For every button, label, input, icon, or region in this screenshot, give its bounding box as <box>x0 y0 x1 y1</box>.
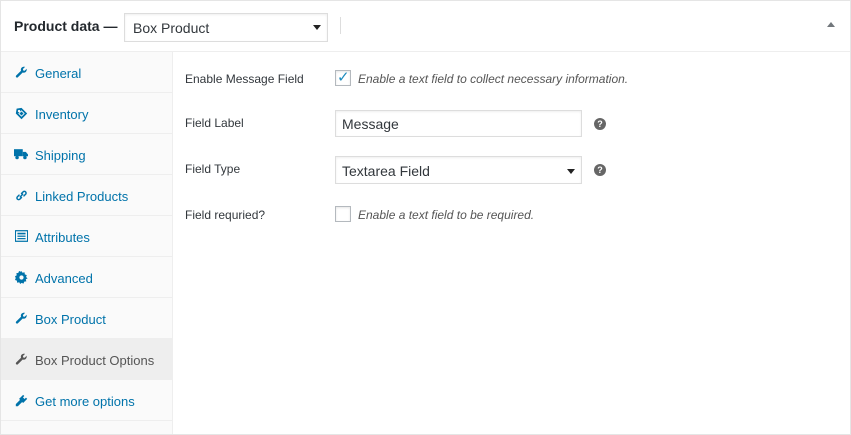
plugin-icon <box>14 393 28 407</box>
link-icon <box>14 188 28 202</box>
product-type-select[interactable]: Box Product <box>124 13 328 42</box>
tab-label: Box Product <box>35 312 106 327</box>
field-required-description: Enable a text field to be required. <box>358 208 535 222</box>
field-type-label: Field Type <box>185 162 241 176</box>
tab-label: Get more options <box>35 394 135 409</box>
enable-message-description: Enable a text field to collect necessary… <box>358 72 629 86</box>
chevron-down-icon <box>567 169 575 174</box>
tab-inventory[interactable]: Inventory <box>1 93 172 134</box>
tab-label: Linked Products <box>35 189 129 204</box>
chevron-down-icon <box>313 25 321 30</box>
header-divider <box>340 17 341 34</box>
tab-general[interactable]: General <box>1 52 172 93</box>
tab-attributes[interactable]: Attributes <box>1 216 172 257</box>
tab-get-more-options[interactable]: Get more options <box>1 380 172 421</box>
wrench-icon <box>14 311 28 325</box>
field-label-label: Field Label <box>185 116 244 130</box>
wrench-icon <box>14 352 28 366</box>
tab-box-product-options[interactable]: Box Product Options <box>1 339 172 380</box>
tab-label: Box Product Options <box>35 353 155 368</box>
wrench-icon <box>14 65 28 79</box>
enable-message-label: Enable Message Field <box>185 72 304 86</box>
tab-box-product[interactable]: Box Product <box>1 298 172 339</box>
tab-shipping[interactable]: Shipping <box>1 134 172 175</box>
field-required-label: Field requried? <box>185 208 266 222</box>
field-label-input[interactable] <box>335 110 582 137</box>
product-type-value: Box Product <box>133 20 210 36</box>
tab-label: General <box>35 66 82 81</box>
list-icon <box>14 229 28 243</box>
truck-icon <box>14 147 28 161</box>
collapse-toggle-icon[interactable] <box>827 22 835 27</box>
tag-icon <box>14 106 28 120</box>
tab-label: Inventory <box>35 107 89 122</box>
gear-icon <box>14 270 28 284</box>
enable-message-checkbox[interactable]: ✓ <box>335 69 351 86</box>
checkmark-icon: ✓ <box>337 69 350 86</box>
help-icon[interactable]: ? <box>594 164 606 176</box>
product-data-tabs: General Inventory Shipping Linked Produc… <box>1 52 173 434</box>
tab-linked-products[interactable]: Linked Products <box>1 175 172 216</box>
product-data-panel: Product data — Box Product General Inven… <box>0 0 851 435</box>
panel-header: Product data — Box Product <box>1 1 850 52</box>
tab-label: Advanced <box>35 271 93 286</box>
panel-title: Product data — <box>14 18 118 34</box>
field-type-select[interactable]: Textarea Field <box>335 156 582 184</box>
tab-advanced[interactable]: Advanced <box>1 257 172 298</box>
field-type-value: Textarea Field <box>342 163 430 179</box>
tab-label: Shipping <box>35 148 86 163</box>
help-icon[interactable]: ? <box>594 118 606 130</box>
field-required-checkbox[interactable] <box>335 206 351 222</box>
tab-label: Attributes <box>35 230 90 245</box>
